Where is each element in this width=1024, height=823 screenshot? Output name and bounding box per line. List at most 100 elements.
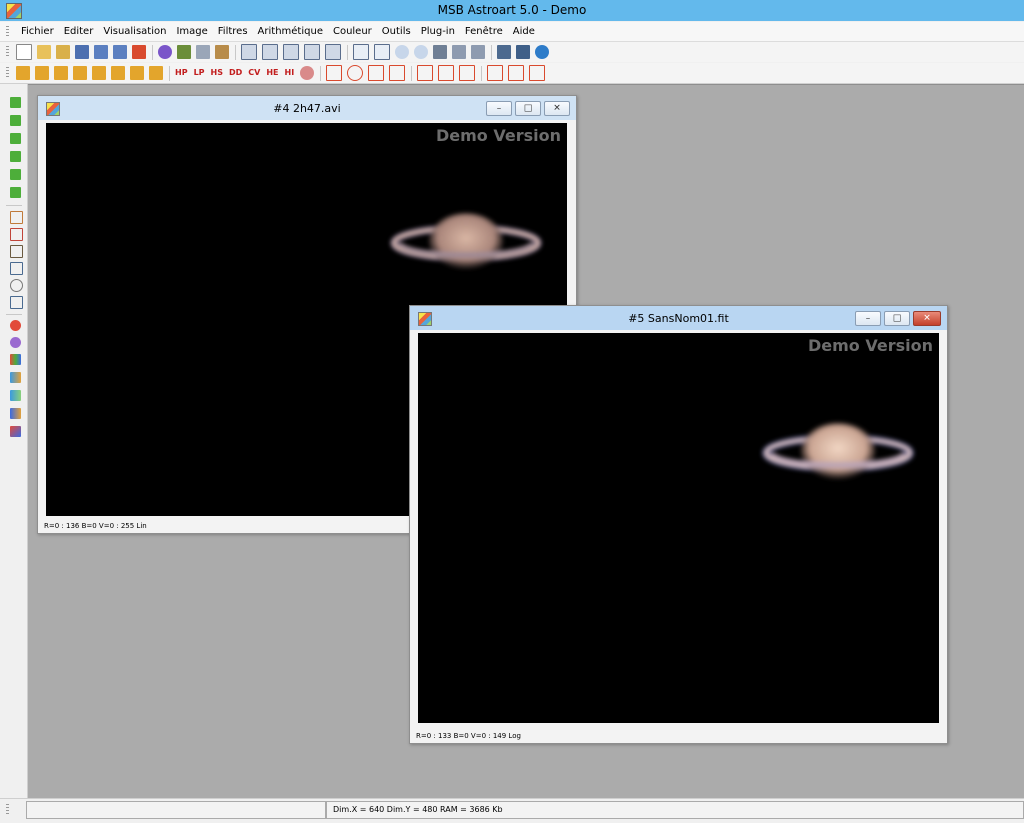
color-balance-icon[interactable]: [10, 337, 21, 348]
status-bar: Dim.X = 640 Dim.Y = 480 RAM = 3686 Kb: [0, 798, 1024, 823]
open-folder-icon[interactable]: [37, 45, 51, 59]
menu-fenetre[interactable]: Fenêtre: [460, 22, 508, 41]
menu-visualisation[interactable]: Visualisation: [98, 22, 171, 41]
menu-couleur[interactable]: Couleur: [328, 22, 377, 41]
color-combine-icon[interactable]: [10, 372, 21, 383]
lowpass-button[interactable]: LP: [194, 66, 205, 80]
new-file-icon[interactable]: [16, 44, 32, 60]
menu-image[interactable]: Image: [171, 22, 212, 41]
maximize-button[interactable]: □: [884, 311, 910, 326]
save-as-icon[interactable]: [94, 45, 108, 59]
equal-icon[interactable]: [54, 66, 68, 80]
menu-editer[interactable]: Editer: [59, 22, 99, 41]
add-icon[interactable]: [16, 66, 30, 80]
hs-button[interactable]: HS: [211, 66, 223, 80]
menu-arithmetique[interactable]: Arithmétique: [253, 22, 328, 41]
maximize-button[interactable]: □: [515, 101, 541, 116]
he-button[interactable]: HE: [266, 66, 278, 80]
astrometry-icon[interactable]: [10, 245, 23, 258]
zoom-in-icon[interactable]: [395, 45, 409, 59]
help-icon[interactable]: [535, 45, 549, 59]
close-button[interactable]: ✕: [913, 311, 941, 326]
menubar-grip[interactable]: [6, 26, 9, 38]
save-all-icon[interactable]: [113, 45, 127, 59]
multiply-icon[interactable]: [130, 66, 144, 80]
zoom-window-icon[interactable]: [241, 44, 257, 60]
bin-icon[interactable]: [459, 65, 476, 81]
window-titlebar[interactable]: #5 SansNom01.fit – □ ✕: [410, 306, 947, 330]
toolbar-grip[interactable]: [6, 46, 9, 58]
divide-icon[interactable]: [149, 66, 163, 80]
close-button[interactable]: ✕: [544, 101, 570, 116]
plot-icon[interactable]: [10, 262, 23, 275]
star-tool-icon[interactable]: [10, 211, 23, 224]
subtract-icon[interactable]: [35, 66, 49, 80]
close-file-icon[interactable]: [132, 45, 146, 59]
play-icon[interactable]: [10, 115, 21, 126]
channel-1-icon[interactable]: [10, 133, 21, 144]
paste-icon[interactable]: [215, 45, 229, 59]
histogram-icon[interactable]: [262, 44, 278, 60]
shift-icon[interactable]: [438, 65, 455, 81]
image-window-fit[interactable]: #5 SansNom01.fit – □ ✕ Demo Version R=0 …: [409, 305, 948, 744]
circle-icon[interactable]: [347, 65, 364, 81]
statusbar-grip[interactable]: [6, 804, 9, 816]
save-icon[interactable]: [75, 45, 89, 59]
plus-box-icon[interactable]: [111, 66, 125, 80]
app-titlebar[interactable]: MSB Astroart 5.0 - Demo: [0, 0, 1024, 21]
cut-icon[interactable]: [177, 45, 191, 59]
crop-icon[interactable]: [368, 65, 385, 81]
color-window-icon[interactable]: [304, 44, 320, 60]
minimize-button[interactable]: –: [855, 311, 881, 326]
select-icon[interactable]: [10, 97, 21, 108]
flat-icon[interactable]: [92, 66, 106, 80]
image-canvas[interactable]: Demo Version: [418, 333, 939, 723]
dd-button[interactable]: DD: [229, 66, 242, 80]
window-titlebar[interactable]: #4 2h47.avi – □ ✕: [38, 96, 576, 120]
menu-bar: Fichier Editer Visualisation Image Filtr…: [0, 22, 1024, 42]
window-icon[interactable]: [452, 45, 466, 59]
color-split-icon[interactable]: [10, 390, 21, 401]
dark-icon[interactable]: [73, 66, 87, 80]
cv-button[interactable]: CV: [248, 66, 260, 80]
hi-button[interactable]: HI: [285, 66, 295, 80]
photometry-icon[interactable]: [10, 228, 23, 241]
monitor-icon[interactable]: [433, 45, 447, 59]
minimize-icon: –: [496, 103, 502, 113]
copy-icon[interactable]: [196, 45, 210, 59]
highpass-button[interactable]: HP: [175, 66, 188, 80]
minimize-button[interactable]: –: [486, 101, 512, 116]
view-icon[interactable]: [374, 44, 390, 60]
fullscreen-icon[interactable]: [471, 45, 485, 59]
channel-3-icon[interactable]: [10, 169, 21, 180]
profile-icon[interactable]: [283, 44, 299, 60]
channel-2-icon[interactable]: [10, 151, 21, 162]
menu-filtres[interactable]: Filtres: [213, 22, 253, 41]
align-icon[interactable]: [497, 45, 511, 59]
menu-outils[interactable]: Outils: [377, 22, 416, 41]
sigma-icon[interactable]: [353, 44, 369, 60]
grid-large-icon[interactable]: [529, 65, 546, 81]
mask-icon[interactable]: [300, 66, 315, 80]
channel-4-icon[interactable]: [10, 187, 21, 198]
menu-aide[interactable]: Aide: [508, 22, 540, 41]
mosaic-icon[interactable]: [417, 65, 434, 81]
toolbar2-grip[interactable]: [6, 67, 9, 79]
resize-icon[interactable]: [389, 65, 406, 81]
refresh-icon[interactable]: [158, 45, 172, 59]
layers-icon[interactable]: [10, 426, 21, 437]
split-icon[interactable]: [487, 65, 504, 81]
magnifier-icon[interactable]: [10, 279, 23, 292]
rgb-icon[interactable]: [10, 320, 21, 331]
info-window-icon[interactable]: [325, 44, 341, 60]
rotate-icon[interactable]: [326, 65, 343, 81]
menu-fichier[interactable]: Fichier: [16, 22, 59, 41]
color-icon[interactable]: [10, 354, 21, 365]
zoom-out-icon[interactable]: [414, 45, 428, 59]
graph-icon[interactable]: [10, 296, 23, 309]
menu-plugin[interactable]: Plug-in: [416, 22, 460, 41]
binoculars-icon[interactable]: [516, 45, 530, 59]
open-folder-2-icon[interactable]: [56, 45, 70, 59]
palette-icon[interactable]: [10, 408, 21, 419]
grid-icon[interactable]: [508, 65, 525, 81]
